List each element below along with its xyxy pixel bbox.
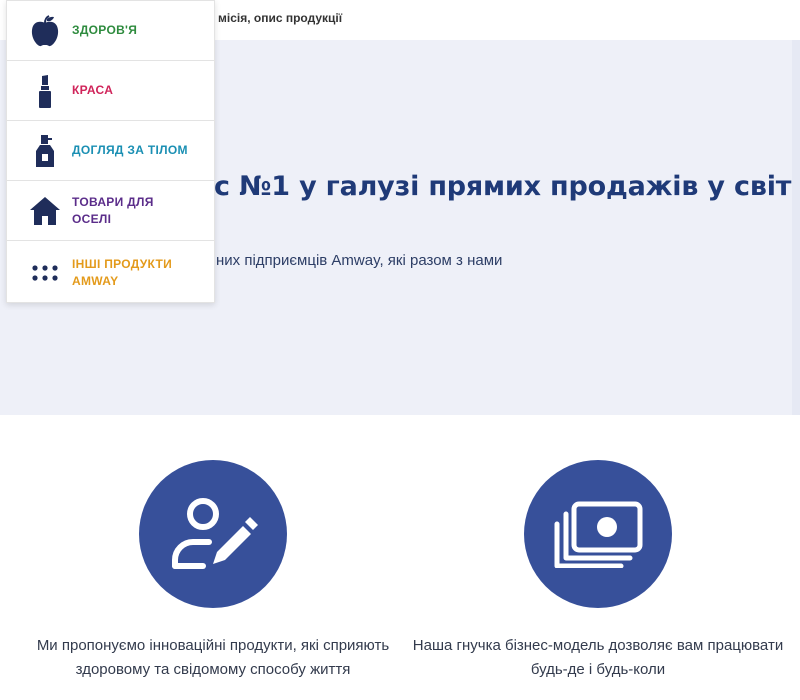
apple-icon [27,13,63,49]
hero-title: с №1 у галузі прямих продажів у світі [214,171,800,202]
menu-item-label: ТОВАРИ ДЛЯ ОСЕЛІ [72,194,154,226]
money-bills-icon [554,501,643,568]
house-icon [27,193,63,229]
menu-item-label: ЗДОРОВ'Я [72,23,138,37]
menu-item-label: ДОГЛЯД ЗА ТІЛОМ [72,143,188,157]
grid-dots-icon [27,255,63,291]
category-dropdown-menu: ЗДОРОВ'Я КРАСА ДОГЛЯД ЗА ТІЛОМ ТОВАРИ ДЛ… [6,0,215,303]
menu-item-health[interactable]: ЗДОРОВ'Я [7,1,214,61]
lotion-bottle-icon [27,133,63,169]
menu-item-label: КРАСА [72,83,114,97]
hero-edge [792,40,800,415]
lipstick-icon [27,73,63,109]
feature-text: Ми пропонуємо інноваційні продукти, які … [36,637,390,678]
hero-subtitle: них підприємців Amway, які разом з нами [216,252,503,269]
top-bar-text: місія, опис продукції [218,11,343,25]
menu-item-body-care[interactable]: ДОГЛЯД ЗА ТІЛОМ [7,121,214,181]
user-edit-icon [172,498,258,569]
menu-item-beauty[interactable]: КРАСА [7,61,214,121]
menu-item-label: ІНШІ ПРОДУКТИ AMWAY [72,256,173,288]
feature-icon-circle [524,460,672,608]
feature-text: Наша гнучка бізнес-модель дозволяє вам п… [412,637,784,678]
feature-products: Ми пропонуємо інноваційні продукти, які … [13,460,413,682]
feature-business-model: Наша гнучка бізнес-модель дозволяє вам п… [398,460,798,682]
menu-item-other-products[interactable]: ІНШІ ПРОДУКТИ AMWAY [7,241,214,304]
menu-item-home-goods[interactable]: ТОВАРИ ДЛЯ ОСЕЛІ [7,181,214,241]
feature-icon-circle [139,460,287,608]
